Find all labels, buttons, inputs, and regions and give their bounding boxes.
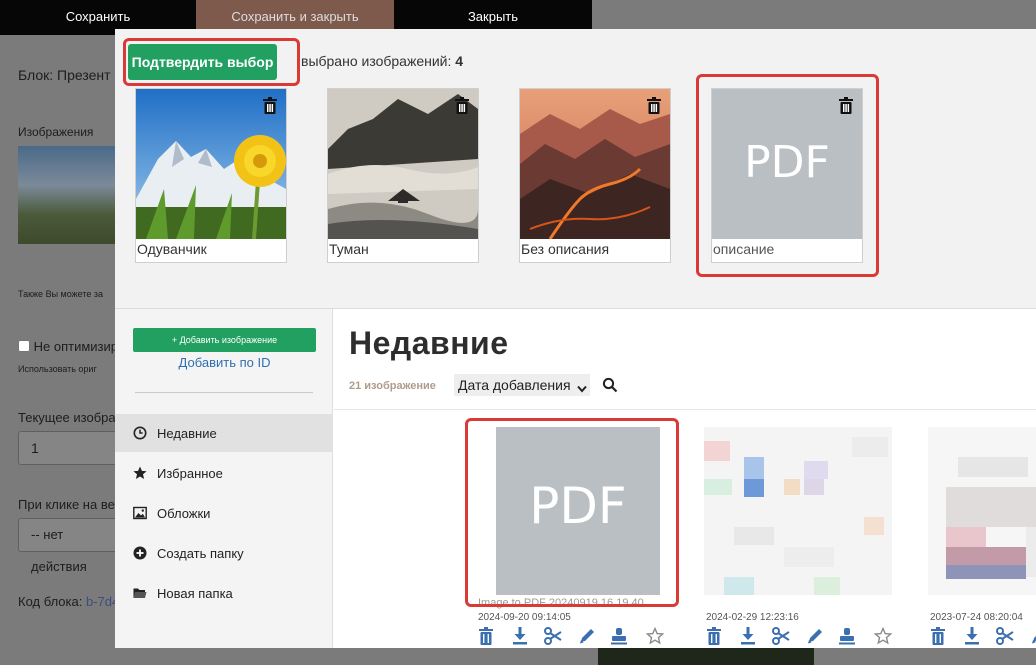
sidebar-item-new-folder[interactable]: Новая папка [115, 574, 333, 612]
pencil-icon[interactable] [806, 627, 824, 647]
gallery-title: Недавние [349, 325, 509, 361]
image-caption: Одуванчик [137, 241, 207, 257]
selected-count-text: выбрано изображений: 4 [301, 53, 463, 69]
chevron-down-icon [577, 380, 587, 396]
sidebar-item-covers[interactable]: Обложки [115, 494, 333, 532]
selected-image-card[interactable]: Туман [327, 88, 479, 263]
current-image-label: Текущее изобра [18, 410, 116, 425]
image-count: 21 изображение [349, 380, 436, 392]
scissors-icon[interactable] [544, 627, 562, 647]
selected-count-value: 4 [455, 53, 464, 69]
current-image-field[interactable]: 1 [18, 431, 118, 465]
scissors-icon[interactable] [996, 627, 1014, 647]
scissors-icon[interactable] [772, 627, 790, 647]
image-picker-modal: Подтвердить выбор выбрано изображений: 4 [115, 29, 1036, 648]
delete-trash-icon[interactable] [930, 627, 948, 647]
search-icon[interactable] [602, 377, 618, 393]
highlight-outline [696, 74, 879, 277]
delete-trash-icon[interactable] [706, 627, 724, 647]
no-optimize-label: Не оптимизир [33, 339, 118, 354]
add-by-id-link[interactable]: Добавить по ID [133, 355, 316, 370]
pixelated-thumbnail [704, 427, 892, 595]
highlight-outline [465, 418, 679, 607]
selected-image-card[interactable]: Без описания [519, 88, 671, 263]
hint-text: Также Вы можете за [18, 289, 104, 299]
download-icon[interactable] [964, 627, 982, 647]
block-image-preview [18, 146, 123, 244]
folder-icon [133, 586, 147, 600]
selected-image-card[interactable]: Одуванчик [135, 88, 287, 263]
star-icon [133, 466, 147, 480]
plus-circle-icon [133, 546, 147, 560]
sidebar-item-create-folder[interactable]: Создать папку [115, 534, 333, 572]
block-label: Блок: Презент [18, 67, 111, 83]
gallery-divider [334, 409, 1036, 410]
favorite-star-icon[interactable] [874, 627, 892, 647]
sidebar-item-label: Недавние [157, 426, 217, 441]
card-actions [926, 627, 1036, 648]
favorite-star-icon[interactable] [646, 627, 664, 647]
pencil-icon[interactable] [1030, 627, 1036, 647]
pencil-icon[interactable] [578, 627, 596, 647]
sidebar-item-label: Новая папка [157, 586, 233, 601]
sidebar-item-favorites[interactable]: Избранное [115, 454, 333, 492]
use-original-hint: Использовать ориг [18, 364, 97, 374]
gallery-image-card[interactable]: 2024-02-29 12:23:16 [698, 421, 898, 648]
on-click-label: При клике на вес [18, 497, 122, 512]
image-date: 2023-07-24 08:20:04 [930, 612, 1023, 623]
sort-select[interactable]: Дата добавления [454, 374, 590, 396]
delete-trash-icon[interactable] [478, 627, 496, 647]
sidebar-divider [135, 392, 313, 393]
download-icon[interactable] [740, 627, 758, 647]
add-image-button[interactable]: + Добавить изображение [133, 328, 316, 352]
clock-icon [133, 426, 147, 440]
download-icon[interactable] [512, 627, 530, 647]
selected-images-panel: Подтвердить выбор выбрано изображений: 4 [115, 29, 1036, 309]
block-code-label: Код блока: [18, 594, 83, 609]
stamp-icon[interactable] [838, 627, 856, 647]
gallery-panel: Недавние 21 изображение Дата добавления … [334, 309, 1036, 648]
sort-select-value: Дата добавления [458, 377, 571, 393]
image-icon [133, 506, 147, 520]
sidebar-item-label: Избранное [157, 466, 223, 481]
image-caption: Без описания [521, 241, 610, 257]
library-sidebar: + Добавить изображение Добавить по ID Не… [115, 309, 333, 648]
sidebar-item-label: Создать папку [157, 546, 244, 561]
on-click-select[interactable]: -- нет действия [18, 518, 118, 574]
remove-trash-icon[interactable] [647, 97, 661, 114]
block-code: Код блока: b-7d4 [18, 594, 119, 609]
image-date: 2024-02-29 12:23:16 [706, 612, 799, 623]
image-caption: Туман [329, 241, 369, 257]
background-image-strip [598, 647, 814, 665]
remove-trash-icon[interactable] [263, 97, 277, 114]
remove-trash-icon[interactable] [455, 97, 469, 114]
pixelated-thumbnail [928, 427, 1036, 595]
card-actions [474, 627, 670, 648]
sidebar-item-recent[interactable]: Недавние [115, 414, 333, 452]
confirm-selection-button[interactable]: Подтвердить выбор [128, 44, 277, 80]
image-date: 2024-09-20 09:14:05 [478, 612, 571, 623]
no-optimize-option[interactable]: Не оптимизир [18, 339, 118, 354]
gallery-image-card[interactable]: 2023-07-24 08:20:04 [922, 421, 1036, 648]
stamp-icon[interactable] [610, 627, 628, 647]
images-label: Изображения [18, 125, 94, 139]
selected-count-label: выбрано изображений: [301, 53, 452, 69]
sidebar-item-label: Обложки [157, 506, 211, 521]
card-actions [702, 627, 898, 648]
no-optimize-checkbox[interactable] [18, 340, 30, 352]
